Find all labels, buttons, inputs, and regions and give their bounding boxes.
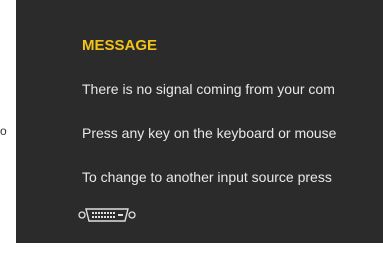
- message-title: MESSAGE: [82, 37, 158, 54]
- change-input-message: To change to another input source press: [82, 169, 332, 185]
- no-signal-message: There is no signal coming from your com: [82, 81, 335, 97]
- screenshot-page: o MESSAGE There is no signal coming from…: [0, 0, 383, 253]
- dvi-connector-icon: [78, 208, 136, 222]
- press-key-message: Press any key on the keyboard or mouse: [82, 125, 337, 141]
- monitor-osd-message-panel: MESSAGE There is no signal coming from y…: [16, 0, 383, 243]
- truncated-side-text: o: [0, 124, 7, 138]
